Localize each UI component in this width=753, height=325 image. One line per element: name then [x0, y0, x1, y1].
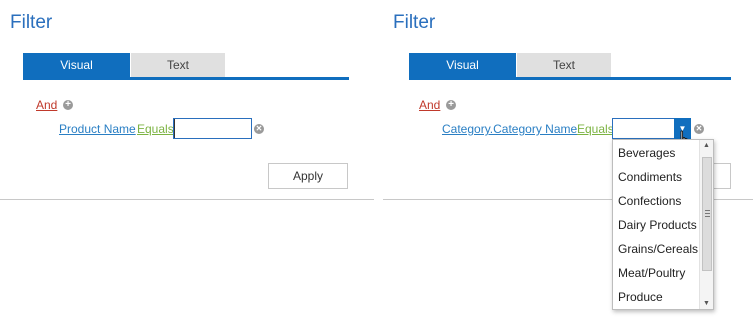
apply-button[interactable]: Apply	[268, 163, 348, 189]
operator-link[interactable]: Equals	[137, 122, 174, 136]
scroll-grip-icon	[705, 210, 710, 217]
dropdown-item-meat-poultry[interactable]: Meat/Poultry	[618, 266, 685, 280]
remove-condition-icon[interactable]: ✕	[254, 124, 264, 134]
dropdown-item-grains-cereals[interactable]: Grains/Cereals	[618, 242, 698, 256]
tab-underline	[409, 77, 731, 80]
apply-button-partial[interactable]	[713, 163, 731, 189]
tab-text[interactable]: Text	[517, 53, 611, 77]
panel-title: Filter	[393, 12, 436, 33]
dropdown-item-dairy-products[interactable]: Dairy Products	[618, 218, 697, 232]
tab-underline	[23, 77, 349, 80]
tab-visual[interactable]: Visual	[409, 53, 516, 77]
tab-visual[interactable]: Visual	[23, 53, 130, 77]
field-name-link[interactable]: Product Name	[59, 122, 136, 136]
dropdown-list[interactable]: Beverages Condiments Confections Dairy P…	[612, 139, 714, 310]
scroll-up-icon[interactable]: ▲	[703, 142, 710, 149]
value-input[interactable]	[173, 118, 252, 139]
tab-bar: Visual Text	[23, 53, 349, 80]
dropdown-item-confections[interactable]: Confections	[618, 194, 681, 208]
dropdown-item-beverages[interactable]: Beverages	[618, 146, 675, 160]
remove-condition-icon[interactable]: ✕	[694, 124, 704, 134]
add-condition-icon[interactable]: +	[446, 100, 456, 110]
filter-panel-left: Filter Visual Text And + Product Name Eq…	[0, 0, 374, 200]
dropdown-item-condiments[interactable]: Condiments	[618, 170, 682, 184]
tab-bar: Visual Text	[409, 53, 731, 80]
field-name-link[interactable]: Category.Category Name	[442, 122, 577, 136]
scroll-thumb[interactable]	[702, 157, 712, 271]
operator-link[interactable]: Equals	[577, 122, 614, 136]
tab-text[interactable]: Text	[131, 53, 225, 77]
add-condition-icon[interactable]: +	[63, 100, 73, 110]
group-operator-link[interactable]: And	[419, 98, 440, 112]
group-operator-link[interactable]: And	[36, 98, 57, 112]
scroll-down-icon[interactable]: ▼	[703, 300, 710, 307]
dropdown-item-produce[interactable]: Produce	[618, 290, 663, 304]
dropdown-scrollbar[interactable]: ▲ ▼	[699, 140, 713, 309]
panel-title: Filter	[10, 12, 53, 33]
